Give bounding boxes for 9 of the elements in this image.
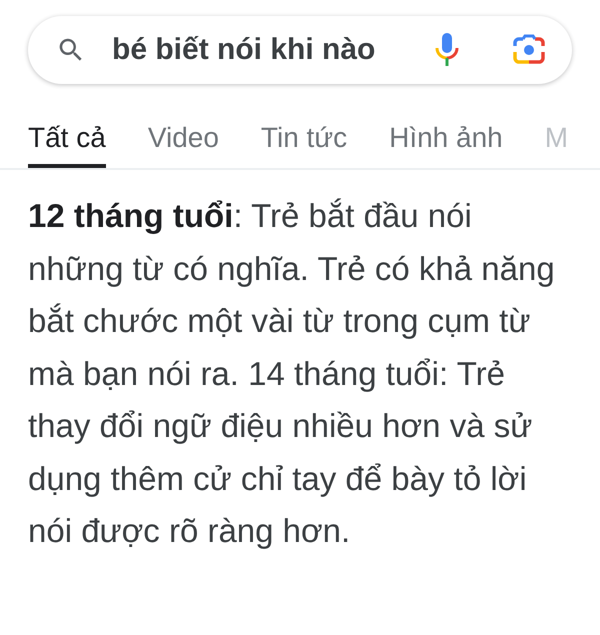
camera-icon[interactable] [512,34,546,66]
search-field[interactable]: bé biết nói khi nào [28,16,572,84]
tab[interactable]: Tin tức [260,122,348,168]
microphone-icon[interactable] [434,32,460,68]
tab[interactable]: Hình ảnh [389,122,503,168]
tab[interactable]: Video [148,122,219,168]
search-query: bé biết nói khi nào [112,33,376,67]
answer-paragraph: 12 tháng tuổi: Trẻ bắt đầu nói những từ có nghĩa. Trẻ có khả năng bắt chước một vài từ trong cụm từ mà bạn nói ra. 14 tháng tuổi: Trẻ thay đổi ngữ điệu nhiều hơn và sử dụng thêm cử chỉ tay để bày tỏ lời nói được rõ ràng hơn. [28,196,556,551]
tab[interactable]: Tất cả [28,122,106,168]
